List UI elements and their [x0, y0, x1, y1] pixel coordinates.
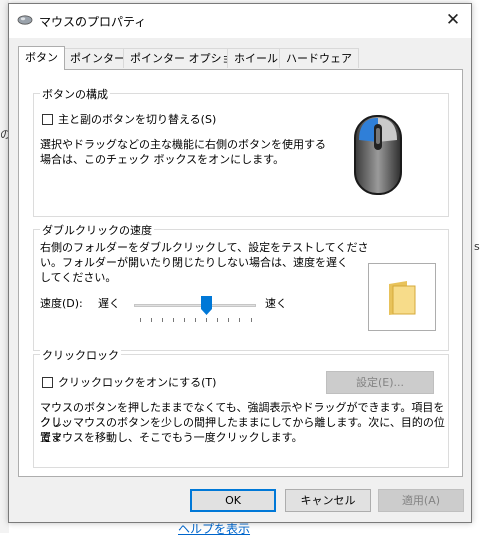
- mouse-icon: [352, 112, 404, 198]
- tab-label: ボタン: [25, 51, 58, 64]
- slider-tick: [184, 318, 185, 322]
- double-click-description-line1: 右側のフォルダーをダブルクリックして、設定をテストしてくださ: [40, 241, 369, 254]
- double-click-group: ダブルクリックの速度 右側のフォルダーをダブルクリックして、設定をテストしてくだ…: [33, 222, 449, 351]
- group-legend: ダブルクリックの速度: [40, 222, 154, 238]
- folder-icon[interactable]: [387, 280, 417, 319]
- click-lock-description-line3: でマウスを移動し、そこでもう一度クリックします。: [40, 431, 303, 444]
- cancel-button[interactable]: キャンセル: [285, 489, 371, 512]
- switch-buttons-label[interactable]: 主と副のボタンを切り替える(S): [58, 112, 216, 127]
- slider-tick: [206, 318, 207, 322]
- apply-button[interactable]: 適用(A): [378, 489, 464, 512]
- slider-tick: [239, 318, 240, 322]
- tab-label: ハードウェア: [286, 52, 352, 65]
- tab-label: ポインター: [70, 52, 125, 65]
- window-title: マウスのプロパティ: [39, 15, 147, 29]
- slider-tick: [228, 318, 229, 322]
- mouse-properties-dialog: マウスのプロパティ ✕ ボタン ポインター ポインター オプション ホイール ハ…: [8, 3, 472, 523]
- double-click-description-line3: してください。: [40, 271, 117, 284]
- double-click-speed-slider[interactable]: [134, 290, 256, 324]
- fast-label: 速く: [265, 297, 287, 310]
- test-folder-area[interactable]: [368, 263, 436, 331]
- slider-tick: [217, 318, 218, 322]
- close-button[interactable]: ✕: [435, 4, 471, 38]
- tab-wheel[interactable]: ホイール: [227, 48, 285, 68]
- button-config-description-line2: 場合は、このチェック ボックスをオンにします。: [40, 153, 285, 166]
- background-text-fragment-right: s: [474, 240, 480, 253]
- slider-tick: [162, 318, 163, 322]
- tab-hardware[interactable]: ハードウェア: [279, 48, 359, 68]
- close-icon: ✕: [445, 10, 461, 30]
- tab-label: ホイール: [234, 52, 278, 65]
- slider-thumb[interactable]: [201, 296, 212, 315]
- switch-buttons-checkbox[interactable]: [42, 114, 53, 125]
- slider-tick: [173, 318, 174, 322]
- tab-panel: ボタンの構成 主と副のボタンを切り替える(S) 選択やドラッグなどの主な機能に右…: [18, 69, 463, 477]
- speed-label: 速度(D):: [40, 297, 83, 310]
- click-lock-label[interactable]: クリックロックをオンにする(T): [58, 375, 216, 390]
- title-bar[interactable]: マウスのプロパティ ✕: [9, 4, 471, 38]
- group-legend: ボタンの構成: [40, 86, 110, 102]
- button-config-description-line1: 選択やドラッグなどの主な機能に右側のボタンを使用する: [40, 138, 326, 151]
- tab-pointers[interactable]: ポインター: [63, 48, 132, 68]
- double-click-description-line2: い。フォルダーが開いたり閉じたりしない場合は、速度を遅く: [40, 256, 348, 269]
- click-lock-group: クリックロック クリックロックをオンにする(T) 設定(E)... マウスのボタ…: [33, 347, 449, 468]
- group-legend: クリックロック: [40, 347, 121, 363]
- click-lock-checkbox[interactable]: [42, 377, 53, 388]
- slider-track: [134, 304, 256, 307]
- mouse-icon: [17, 14, 33, 26]
- slider-tick: [251, 318, 252, 322]
- tab-buttons[interactable]: ボタン: [18, 46, 65, 70]
- slider-tick: [195, 318, 196, 322]
- slow-label: 遅く: [98, 297, 120, 310]
- click-lock-settings-button[interactable]: 設定(E)...: [326, 371, 434, 394]
- button-config-group: ボタンの構成 主と副のボタンを切り替える(S) 選択やドラッグなどの主な機能に右…: [33, 86, 449, 217]
- ok-button[interactable]: OK: [190, 489, 276, 512]
- slider-tick: [151, 318, 152, 322]
- slider-tick: [140, 318, 141, 322]
